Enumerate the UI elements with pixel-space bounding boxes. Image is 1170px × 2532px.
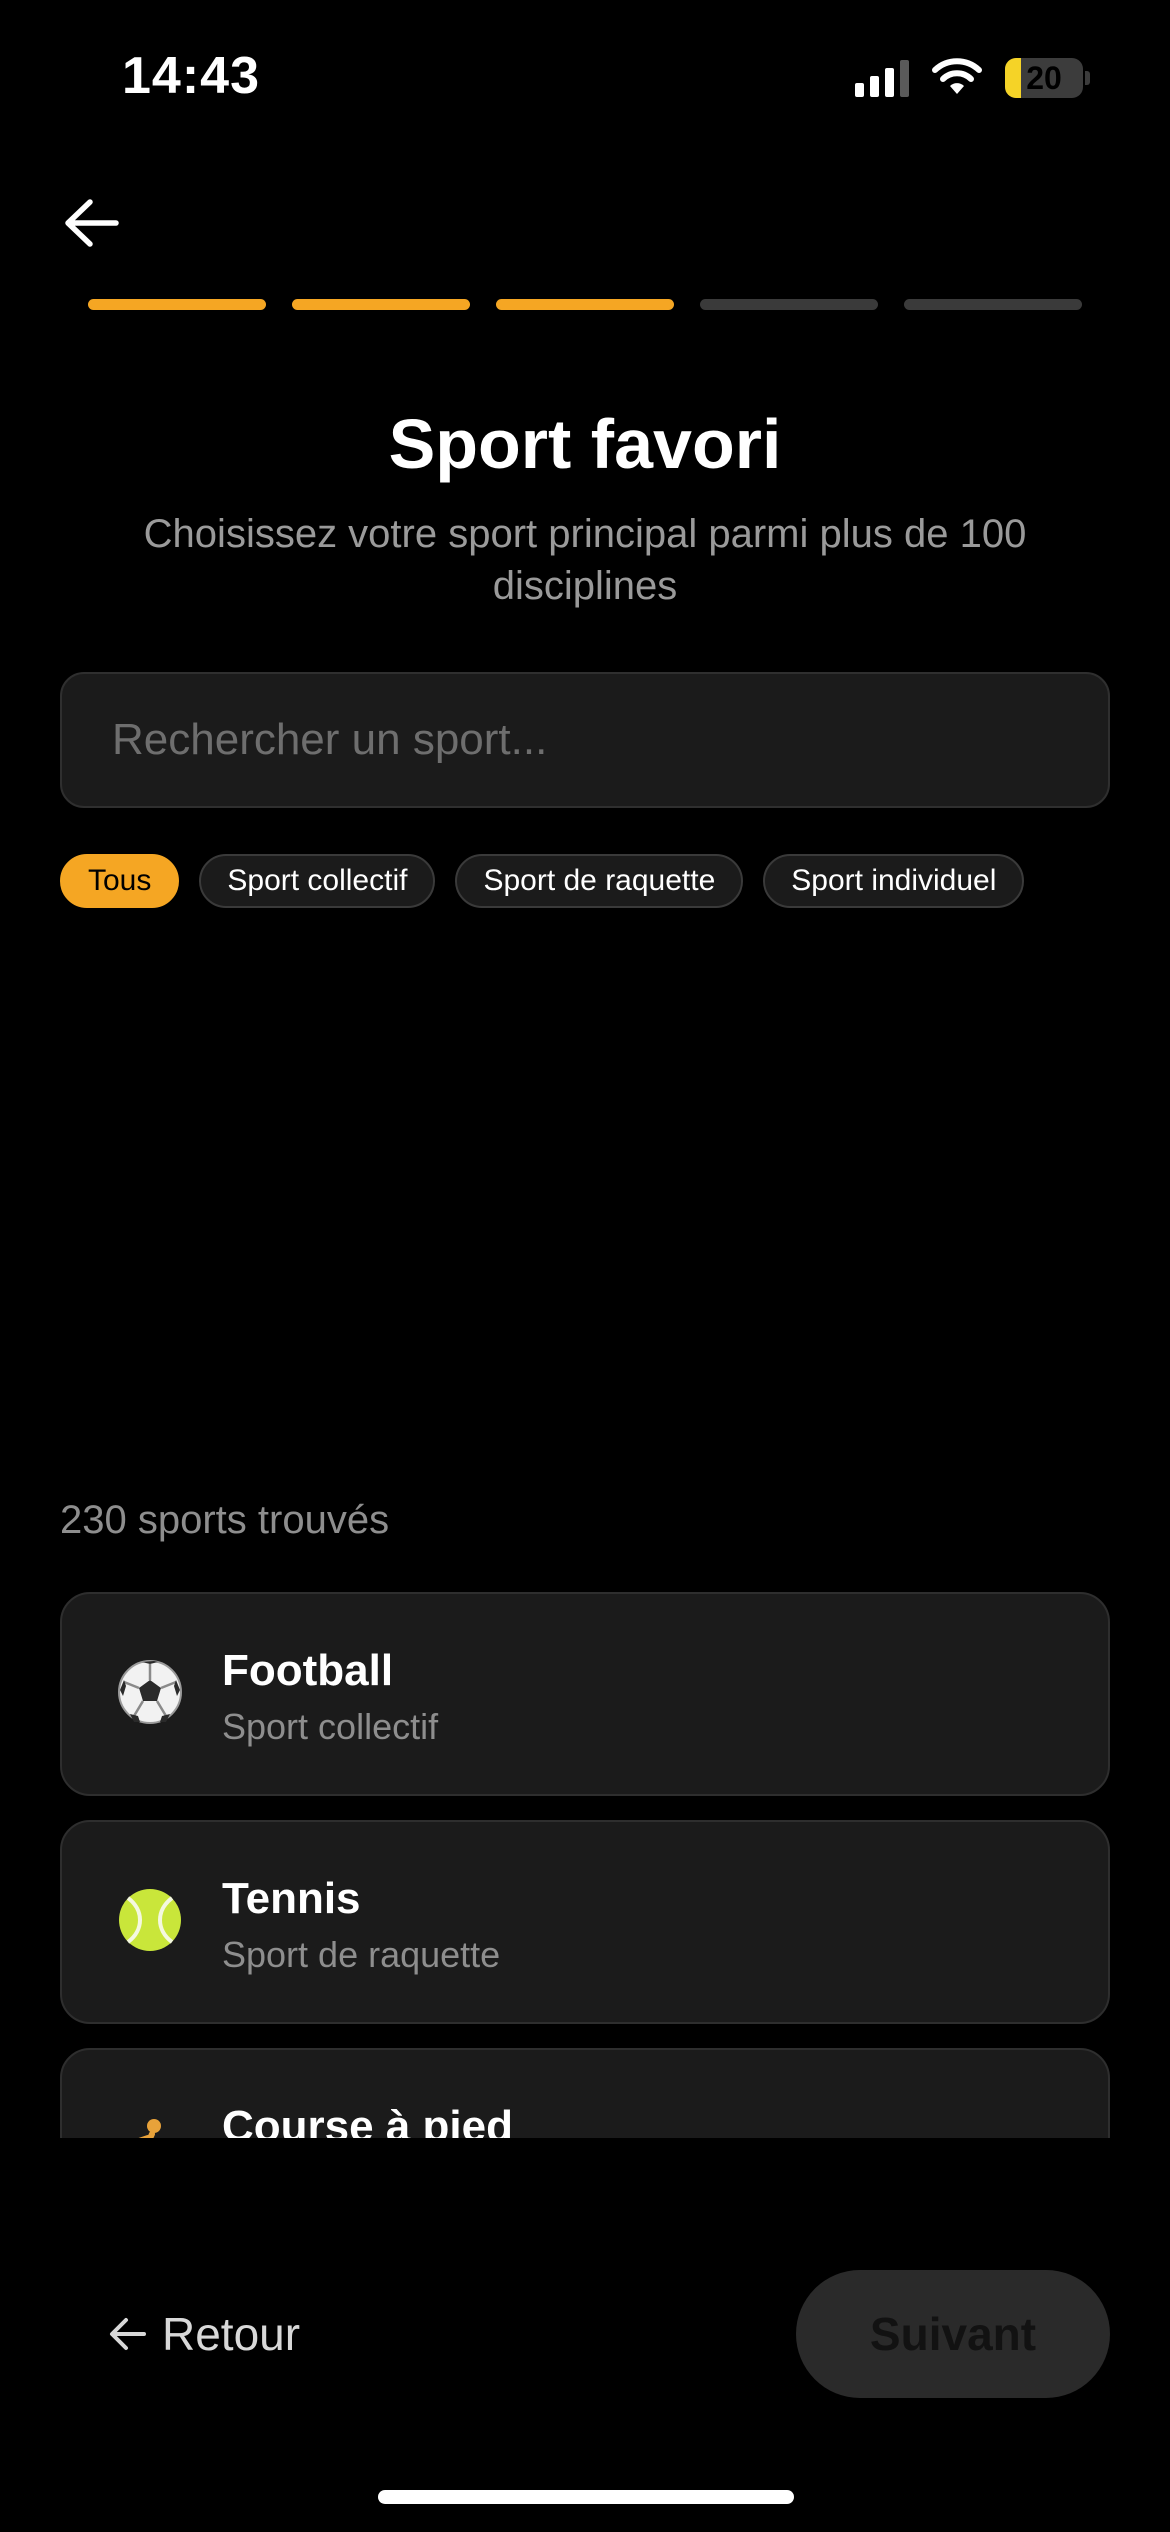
sports-list: Football Sport collectif Tennis Sport de… (0, 1590, 1170, 2138)
filter-chip-sport-de-raquette[interactable]: Sport de raquette (455, 854, 744, 908)
status-icons: 20 (855, 56, 1090, 100)
progress-step-2 (292, 299, 470, 310)
progress-step-4 (700, 299, 878, 310)
signal-icon (855, 59, 909, 97)
sport-card-football[interactable]: Football Sport collectif (60, 1592, 1110, 1796)
sport-name: Tennis (222, 1874, 361, 1923)
back-button-label: Retour (162, 2308, 301, 2360)
sport-card-course-a-pied[interactable]: Course à pied (60, 2048, 1110, 2138)
sport-category: Sport de raquette (222, 1934, 501, 1975)
battery-icon: 20 (1005, 58, 1083, 98)
home-indicator (378, 2490, 794, 2504)
sport-selection-screen: 14:43 20 Sport favori Choisissez votre s… (0, 0, 1170, 2532)
progress-step-1 (88, 299, 266, 310)
page-title: Sport favori (388, 405, 782, 483)
sport-name: Football (222, 1646, 394, 1695)
runner-icon (138, 2119, 161, 2138)
results-count: 230 sports trouvés (60, 1498, 390, 1542)
search-input[interactable] (62, 674, 1108, 806)
back-button[interactable]: Retour (108, 2302, 300, 2366)
next-button[interactable]: Suivant (796, 2270, 1110, 2398)
status-time: 14:43 (122, 47, 260, 105)
filter-chip-sport-collectif[interactable]: Sport collectif (199, 854, 436, 908)
arrow-left-icon (110, 2318, 146, 2350)
sport-name: Course à pied (222, 2102, 513, 2138)
progress-step-5 (904, 299, 1082, 310)
wifi-icon (932, 58, 982, 94)
tennis-ball-icon (119, 1889, 181, 1951)
onboarding-progress (88, 299, 1082, 310)
sport-category: Sport collectif (222, 1706, 439, 1747)
filter-chip-tous[interactable]: Tous (60, 854, 180, 908)
search-box (60, 672, 1110, 808)
filter-chips: Tous Sport collectif Sport de raquette S… (60, 854, 1025, 908)
progress-step-3 (496, 299, 674, 310)
filter-chip-sport-individuel[interactable]: Sport individuel (763, 854, 1025, 908)
arrow-left-icon[interactable] (62, 196, 122, 250)
page-subtitle: Choisissez votre sport principal parmi p… (143, 512, 1027, 608)
battery-level: 20 (1026, 59, 1062, 96)
sport-card-tennis[interactable]: Tennis Sport de raquette (60, 1820, 1110, 2024)
soccer-ball-icon (118, 1660, 182, 1724)
